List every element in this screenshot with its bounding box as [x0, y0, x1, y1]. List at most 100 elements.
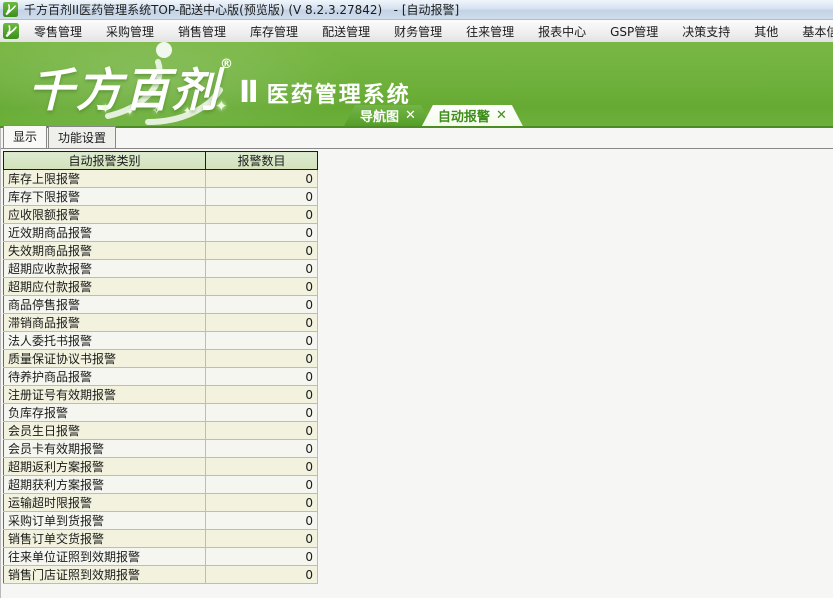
menu-item-6[interactable]: 往来管理: [460, 21, 520, 42]
sparkle-icon: ✦: [100, 102, 111, 117]
doc-tab-label: 自动报警: [438, 106, 490, 125]
alarm-count-cell[interactable]: 0: [206, 494, 318, 512]
menu-item-8[interactable]: GSP管理: [604, 21, 664, 42]
app-window: 千方百剂II医药管理系统TOP-配送中心版(预览版) (V 8.2.3.2784…: [0, 0, 833, 598]
alarm-count-cell[interactable]: 0: [206, 206, 318, 224]
menu-item-2[interactable]: 销售管理: [172, 21, 232, 42]
alarm-count-cell[interactable]: 0: [206, 332, 318, 350]
alarm-category-cell[interactable]: 失效期商品报警: [4, 242, 206, 260]
alarm-category-cell[interactable]: 销售订单交货报警: [4, 530, 206, 548]
alarm-count-cell[interactable]: 0: [206, 440, 318, 458]
table-row[interactable]: 库存上限报警0: [4, 170, 318, 188]
menu-item-0[interactable]: 零售管理: [28, 21, 88, 42]
doc-tab-navigation-map[interactable]: 导航图✕: [344, 105, 432, 126]
alarm-count-cell[interactable]: 0: [206, 170, 318, 188]
logo-numeral: Ⅱ: [239, 75, 259, 110]
alarm-count-cell[interactable]: 0: [206, 386, 318, 404]
sub-tab-function-settings[interactable]: 功能设置: [48, 126, 116, 148]
alarm-category-cell[interactable]: 往来单位证照到效期报警: [4, 548, 206, 566]
alarm-category-cell[interactable]: 超期应收款报警: [4, 260, 206, 278]
table-row[interactable]: 销售门店证照到效期报警0: [4, 566, 318, 584]
table-row[interactable]: 注册证号有效期报警0: [4, 386, 318, 404]
table-row[interactable]: 超期获利方案报警0: [4, 476, 318, 494]
sparkle-icon: ✦: [126, 108, 134, 118]
column-header-category[interactable]: 自动报警类别: [4, 152, 206, 170]
alarm-category-cell[interactable]: 近效期商品报警: [4, 224, 206, 242]
menu-item-10[interactable]: 其他: [748, 21, 784, 42]
table-row[interactable]: 会员卡有效期报警0: [4, 440, 318, 458]
alarm-count-cell[interactable]: 0: [206, 224, 318, 242]
alarm-count-cell[interactable]: 0: [206, 278, 318, 296]
menu-item-4[interactable]: 配送管理: [316, 21, 376, 42]
alarm-category-cell[interactable]: 会员生日报警: [4, 422, 206, 440]
table-row[interactable]: 法人委托书报警0: [4, 332, 318, 350]
alarm-category-cell[interactable]: 商品停售报警: [4, 296, 206, 314]
alarm-count-cell[interactable]: 0: [206, 296, 318, 314]
table-row[interactable]: 超期应收款报警0: [4, 260, 318, 278]
registered-mark-icon: ®: [220, 57, 233, 72]
table-row[interactable]: 近效期商品报警0: [4, 224, 318, 242]
alarm-count-cell[interactable]: 0: [206, 548, 318, 566]
alarm-count-cell[interactable]: 0: [206, 314, 318, 332]
menu-item-9[interactable]: 决策支持: [676, 21, 736, 42]
alarm-count-cell[interactable]: 0: [206, 350, 318, 368]
alarm-category-cell[interactable]: 质量保证协议书报警: [4, 350, 206, 368]
menu-items: 零售管理采购管理销售管理库存管理配送管理财务管理往来管理报表中心 GSP管理决策支…: [28, 21, 833, 42]
alarm-category-cell[interactable]: 法人委托书报警: [4, 332, 206, 350]
table-row[interactable]: 滞销商品报警0: [4, 314, 318, 332]
alarm-count-cell[interactable]: 0: [206, 242, 318, 260]
alarm-count-cell[interactable]: 0: [206, 476, 318, 494]
app-logo-icon: [3, 2, 18, 17]
menu-item-5[interactable]: 财务管理: [388, 21, 448, 42]
close-icon[interactable]: ✕: [405, 108, 416, 123]
menu-item-1[interactable]: 采购管理: [100, 21, 160, 42]
menu-item-3[interactable]: 库存管理: [244, 21, 304, 42]
alarm-category-cell[interactable]: 库存下限报警: [4, 188, 206, 206]
table-row[interactable]: 质量保证协议书报警0: [4, 350, 318, 368]
doc-tab-auto-alarm[interactable]: 自动报警 ✕: [422, 105, 523, 126]
alarm-count-cell[interactable]: 0: [206, 458, 318, 476]
alarm-count-cell[interactable]: 0: [206, 368, 318, 386]
table-row[interactable]: 待养护商品报警0: [4, 368, 318, 386]
close-icon[interactable]: ✕: [496, 108, 507, 123]
alarm-category-cell[interactable]: 待养护商品报警: [4, 368, 206, 386]
table-row[interactable]: 会员生日报警0: [4, 422, 318, 440]
alarm-category-cell[interactable]: 销售门店证照到效期报警: [4, 566, 206, 584]
table-row[interactable]: 往来单位证照到效期报警0: [4, 548, 318, 566]
table-row[interactable]: 库存下限报警0: [4, 188, 318, 206]
title-bar[interactable]: 千方百剂II医药管理系统TOP-配送中心版(预览版) (V 8.2.3.2784…: [0, 0, 833, 20]
alarm-count-cell[interactable]: 0: [206, 422, 318, 440]
menu-item-7[interactable]: 报表中心: [532, 21, 592, 42]
alarm-count-cell[interactable]: 0: [206, 404, 318, 422]
table-row[interactable]: 商品停售报警0: [4, 296, 318, 314]
table-row[interactable]: 超期应付款报警0: [4, 278, 318, 296]
alarm-category-cell[interactable]: 运输超时限报警: [4, 494, 206, 512]
table-row[interactable]: 销售订单交货报警0: [4, 530, 318, 548]
alarm-category-cell[interactable]: 滞销商品报警: [4, 314, 206, 332]
alarm-category-cell[interactable]: 负库存报警: [4, 404, 206, 422]
alarm-count-cell[interactable]: 0: [206, 188, 318, 206]
table-row[interactable]: 超期返利方案报警0: [4, 458, 318, 476]
alarm-count-cell[interactable]: 0: [206, 260, 318, 278]
table-row[interactable]: 负库存报警0: [4, 404, 318, 422]
alarm-category-cell[interactable]: 采购订单到货报警: [4, 512, 206, 530]
menu-item-11[interactable]: 基本信息: [796, 21, 833, 42]
table-row[interactable]: 运输超时限报警0: [4, 494, 318, 512]
alarm-category-cell[interactable]: 超期应付款报警: [4, 278, 206, 296]
sparkle-icon: ✧: [152, 104, 161, 117]
sub-tab-display[interactable]: 显示: [3, 125, 47, 148]
table-row[interactable]: 应收限额报警0: [4, 206, 318, 224]
table-row[interactable]: 失效期商品报警0: [4, 242, 318, 260]
alarm-category-cell[interactable]: 会员卡有效期报警: [4, 440, 206, 458]
content-area: 显示功能设置 自动报警类别报警数目 库存上限报警0库存下限报警0应收限额报警0近…: [0, 128, 833, 598]
alarm-count-cell[interactable]: 0: [206, 530, 318, 548]
alarm-category-cell[interactable]: 应收限额报警: [4, 206, 206, 224]
alarm-category-cell[interactable]: 注册证号有效期报警: [4, 386, 206, 404]
table-row[interactable]: 采购订单到货报警0: [4, 512, 318, 530]
alarm-category-cell[interactable]: 超期获利方案报警: [4, 476, 206, 494]
alarm-count-cell[interactable]: 0: [206, 566, 318, 584]
column-header-count[interactable]: 报警数目: [206, 152, 318, 170]
alarm-category-cell[interactable]: 库存上限报警: [4, 170, 206, 188]
alarm-category-cell[interactable]: 超期返利方案报警: [4, 458, 206, 476]
alarm-count-cell[interactable]: 0: [206, 512, 318, 530]
